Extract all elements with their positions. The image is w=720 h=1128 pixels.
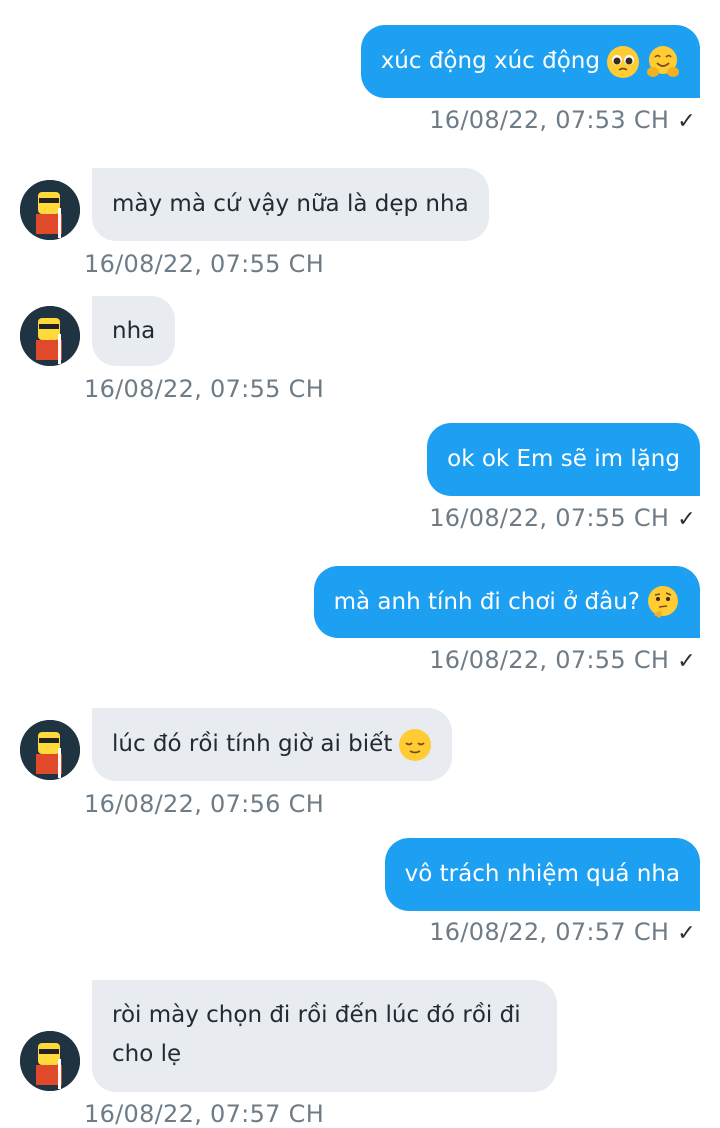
message-timestamp: 16/08/22, 07:57 CH ✓ bbox=[429, 918, 696, 946]
check-icon: ✓ bbox=[677, 507, 696, 532]
incoming-message-bubble[interactable]: ròi mày chọn đi rồi đến lúc đó rồi đi ch… bbox=[92, 980, 557, 1092]
check-icon: ✓ bbox=[677, 649, 696, 674]
avatar[interactable] bbox=[20, 180, 80, 240]
message-text-line: ròi mày chọn đi rồi đến lúc đó rồi đi bbox=[112, 1002, 521, 1028]
relieved-face-emoji bbox=[399, 728, 432, 761]
check-icon: ✓ bbox=[677, 109, 696, 134]
outgoing-message-bubble[interactable]: mà anh tính đi chơi ở đâu? bbox=[313, 566, 700, 638]
avatar[interactable] bbox=[20, 1031, 80, 1091]
outgoing-message-bubble[interactable]: vô trách nhiệm quá nha bbox=[384, 838, 700, 911]
message-text: nha bbox=[112, 317, 156, 344]
message-timestamp: 16/08/22, 07:55 CH bbox=[84, 250, 325, 278]
message-timestamp: 16/08/22, 07:53 CH ✓ bbox=[429, 106, 696, 134]
outgoing-message-bubble[interactable]: ok ok Em sẽ im lặng bbox=[427, 423, 700, 496]
message-timestamp: 16/08/22, 07:57 CH bbox=[84, 1100, 325, 1128]
message-timestamp: 16/08/22, 07:55 CH bbox=[84, 375, 325, 403]
outgoing-message-bubble[interactable]: xúc động xúc động bbox=[360, 25, 700, 98]
message-timestamp: 16/08/22, 07:55 CH ✓ bbox=[429, 504, 696, 532]
cartoon-character-avatar bbox=[20, 306, 80, 366]
avatar[interactable] bbox=[20, 306, 80, 366]
message-timestamp: 16/08/22, 07:55 CH ✓ bbox=[429, 646, 696, 674]
incoming-message-bubble[interactable]: nha bbox=[92, 296, 176, 366]
incoming-message-bubble[interactable]: mày mà cứ vậy nữa là dẹp nha bbox=[92, 168, 489, 241]
check-icon: ✓ bbox=[677, 921, 696, 946]
cartoon-character-avatar bbox=[20, 1031, 80, 1091]
cartoon-character-avatar bbox=[20, 180, 80, 240]
message-timestamp: 16/08/22, 07:56 CH bbox=[84, 790, 325, 818]
message-text-line: cho lẹ bbox=[112, 1041, 182, 1067]
message-text: xúc động xúc động bbox=[380, 48, 600, 74]
hugging-face-emoji bbox=[647, 45, 679, 77]
pleading-face-emoji bbox=[607, 45, 639, 78]
message-text: ok ok Em sẽ im lặng bbox=[447, 446, 680, 472]
message-text: mày mà cứ vậy nữa là dẹp nha bbox=[112, 191, 469, 217]
cartoon-character-avatar bbox=[20, 720, 80, 780]
message-text: vô trách nhiệm quá nha bbox=[404, 861, 680, 887]
message-text: mà anh tính đi chơi ở đâu? bbox=[333, 588, 640, 615]
avatar[interactable] bbox=[20, 720, 80, 780]
incoming-message-bubble[interactable]: lúc đó rồi tính giờ ai biết bbox=[92, 708, 453, 781]
message-text: lúc đó rồi tính giờ ai biết bbox=[112, 731, 393, 757]
thinking-face-emoji bbox=[648, 586, 678, 618]
